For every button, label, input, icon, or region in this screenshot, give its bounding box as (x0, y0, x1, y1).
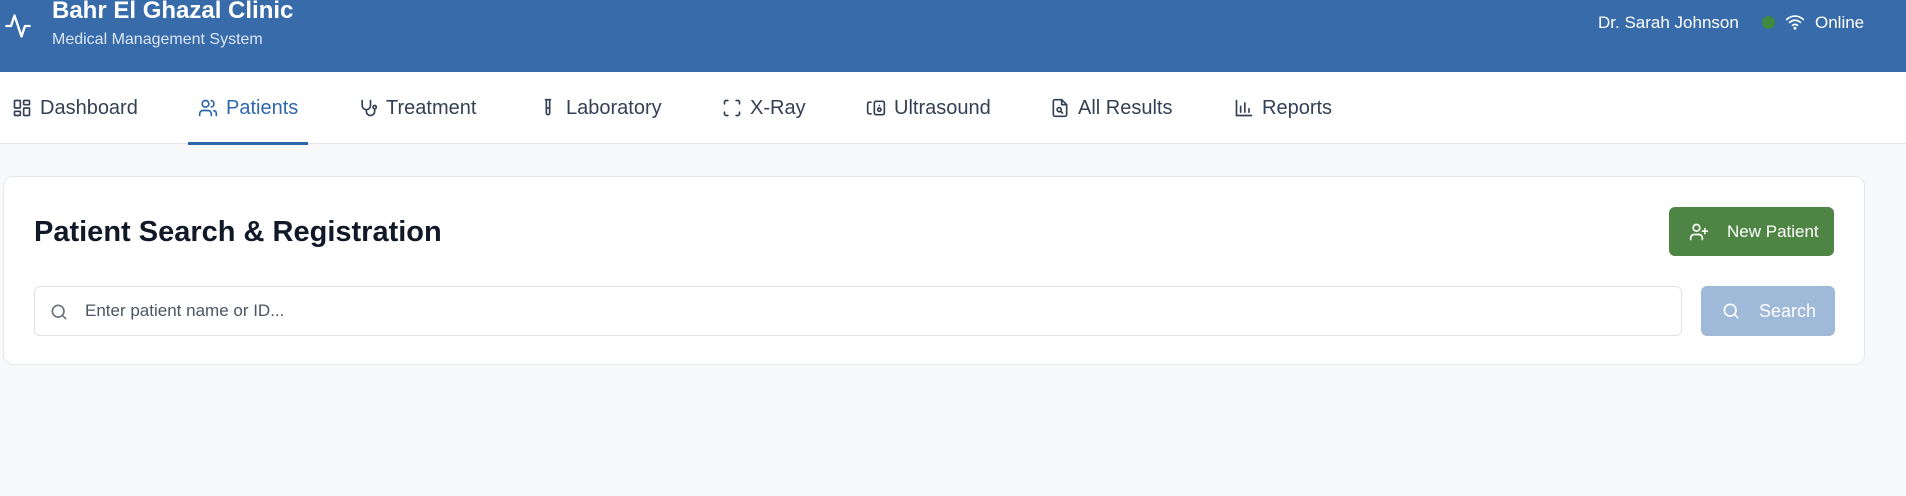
search-field[interactable] (34, 286, 1682, 336)
tab-ultrasound[interactable]: Ultrasound (866, 72, 991, 144)
tab-label: Ultrasound (894, 96, 991, 119)
app-header: Bahr El Ghazal Clinic Medical Management… (0, 0, 1906, 72)
page-title: Patient Search & Registration (34, 216, 442, 248)
connection-status: Online (1815, 13, 1865, 32)
tab-x-ray[interactable]: X-Ray (722, 72, 806, 144)
tab-label: All Results (1078, 96, 1173, 119)
patient-search-card: Patient Search & Registration New Patien… (3, 176, 1865, 365)
app-subtitle: Medical Management System (52, 31, 263, 48)
stethoscope-icon (361, 99, 378, 117)
tab-patients[interactable]: Patients (187, 72, 309, 145)
tab-laboratory[interactable]: Laboratory (538, 72, 662, 144)
scan-icon (723, 99, 741, 117)
tab-all-results[interactable]: All Results (1050, 72, 1172, 144)
patient-search-input[interactable] (85, 287, 1665, 335)
monitor-speaker-icon (866, 100, 886, 116)
tab-treatment[interactable]: Treatment (358, 72, 476, 144)
new-patient-label: New Patient (1727, 221, 1819, 241)
user-name[interactable]: Dr. Sarah Johnson (1598, 13, 1739, 33)
activity-pulse-icon (5, 14, 31, 38)
search-icon (51, 304, 67, 320)
search-icon (1723, 303, 1739, 319)
online-status-dot (1762, 16, 1775, 29)
tab-label: Laboratory (566, 96, 662, 119)
dashboard-grid-icon (13, 99, 31, 117)
tab-label: Reports (1262, 96, 1333, 119)
tab-label: Treatment (386, 96, 477, 119)
tab-dashboard[interactable]: Dashboard (12, 72, 138, 144)
app-title: Bahr El Ghazal Clinic (52, 0, 294, 24)
tab-label: Patients (226, 96, 299, 119)
test-tube-icon (544, 98, 552, 116)
users-icon (198, 99, 218, 117)
search-button-label: Search (1759, 300, 1817, 321)
wifi-icon (1785, 15, 1805, 30)
new-patient-button[interactable]: New Patient (1669, 207, 1834, 256)
main-nav: Dashboard Patients Treatment Laboratory … (0, 72, 1906, 145)
file-search-icon (1052, 98, 1068, 118)
tab-label: X-Ray (750, 96, 806, 119)
bar-chart-icon (1235, 99, 1253, 117)
tab-label: Dashboard (40, 96, 138, 119)
user-plus-icon (1689, 223, 1709, 240)
tab-reports[interactable]: Reports (1234, 72, 1332, 144)
search-button[interactable]: Search (1701, 286, 1835, 336)
